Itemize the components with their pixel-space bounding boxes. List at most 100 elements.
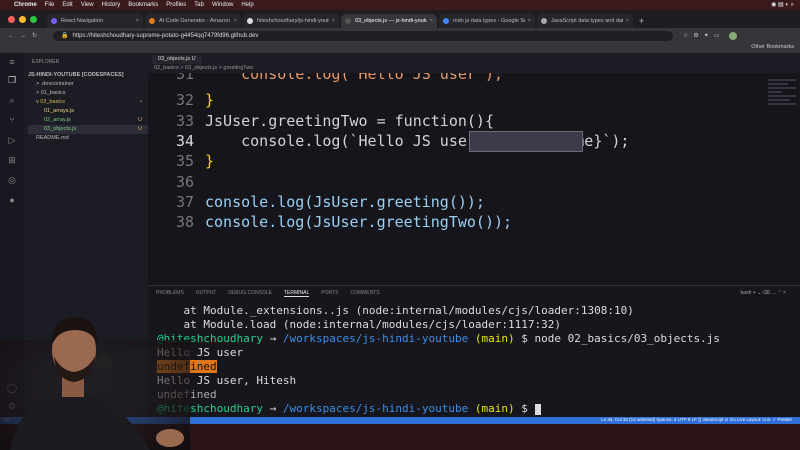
zoom-window-button[interactable] — [30, 16, 37, 23]
tree-item[interactable]: > 01_basics — [28, 89, 148, 98]
menu-history[interactable]: History — [102, 2, 121, 8]
menu-view[interactable]: View — [81, 2, 94, 8]
line-number: 37 — [175, 193, 194, 211]
minimize-window-button[interactable] — [19, 16, 26, 23]
code-line: console.log(`Hello JS user`); — [205, 73, 503, 83]
amazon-favicon-icon — [149, 18, 155, 24]
remote-explorer-icon[interactable]: ◎ — [7, 175, 17, 185]
tree-item[interactable]: README.md — [28, 134, 148, 143]
prompt-arrow: → — [269, 402, 277, 415]
github-favicon-icon — [247, 18, 253, 24]
close-window-button[interactable] — [8, 16, 15, 23]
run-debug-icon[interactable]: ▷ — [7, 135, 17, 145]
tree-item[interactable]: 01_arrays.js — [28, 107, 148, 116]
presenter-image — [0, 317, 190, 450]
close-tab-icon[interactable]: × — [136, 18, 139, 24]
terminal-actions[interactable]: bash + ⌄ ⌫ … ⌃ × — [741, 290, 786, 296]
tree-item-label: 02_array.js — [44, 117, 71, 123]
search-icon[interactable]: ⌕ — [7, 95, 17, 105]
close-tab-icon[interactable]: × — [528, 18, 531, 24]
tree-item-selected[interactable]: 03_objects.js U — [28, 125, 148, 134]
git-status-badge: • — [140, 99, 142, 105]
status-right[interactable]: Ln 34, Col 33 (13 selected) Spaces: 4 UT… — [601, 417, 792, 423]
menu-file[interactable]: File — [45, 2, 55, 8]
menu-profiles[interactable]: Profiles — [166, 2, 186, 8]
line-number: 35 — [175, 152, 194, 170]
github-icon[interactable]: ● — [7, 195, 17, 205]
extensions-icon[interactable]: ⊞ — [7, 155, 17, 165]
new-tab-button[interactable]: + — [639, 16, 644, 26]
mdn-favicon-icon — [541, 18, 547, 24]
browser-tab[interactable]: hiteshchoudhary/js-hindi-youtu × — [243, 14, 339, 28]
selection-highlight — [469, 131, 583, 152]
tree-item-label: > 01_basics — [36, 90, 66, 96]
panel-tabs: PROBLEMS OUTPUT DEBUG CONSOLE TERMINAL P… — [156, 290, 380, 297]
prompt-branch: (main) — [474, 332, 515, 345]
macos-menubar: Chrome File Edit View History Bookmarks … — [0, 0, 800, 10]
code-line: console.log(JsUser.greetingTwo()); — [205, 213, 513, 231]
url-text: https://hiteshchoudhary-supreme-potato-g… — [72, 32, 259, 39]
tree-item-label: > .devcontainer — [36, 81, 74, 87]
terminal-prompt: @hiteshchoudhary → /workspaces/js-hindi-… — [157, 332, 720, 345]
bookmarks-bar: Other Bookmarks — [0, 43, 800, 53]
code-editor[interactable]: 31 console.log(`Hello JS user`); 32 } 33… — [148, 73, 800, 285]
browser-tab[interactable]: AI Code Generator - Amazon C × — [145, 14, 241, 28]
menu-bookmarks[interactable]: Bookmarks — [128, 2, 158, 8]
tab-debug-console[interactable]: DEBUG CONSOLE — [228, 290, 272, 297]
editor-tab[interactable]: 03_objects.js U — [152, 55, 202, 64]
lock-icon: 🔒 — [61, 33, 69, 39]
editor-header: 03_objects.js U 02_basics > 03_objects.j… — [148, 53, 800, 73]
tree-item[interactable]: v 02_basics • — [28, 98, 148, 107]
menu-window[interactable]: Window — [212, 2, 233, 8]
menu-help[interactable]: Help — [241, 2, 253, 8]
tab-output[interactable]: OUTPUT — [196, 290, 217, 297]
source-control-icon[interactable]: ⑂ — [7, 115, 17, 125]
prompt-command: $ node 02_basics/03_objects.js — [521, 332, 720, 345]
address-bar[interactable]: 🔒 https://hiteshchoudhary-supreme-potato-… — [53, 30, 674, 41]
tab-ports[interactable]: PORTS — [321, 290, 338, 297]
google-favicon-icon — [443, 18, 449, 24]
terminal-line: at Module._extensions..js (node:internal… — [157, 304, 634, 317]
git-status-badge: U — [138, 126, 142, 132]
minimap[interactable] — [768, 79, 796, 139]
files-icon[interactable]: ❐ — [7, 75, 17, 85]
menu-tab[interactable]: Tab — [194, 2, 204, 8]
tab-title: hiteshchoudhary/js-hindi-youtu — [257, 18, 329, 24]
terminal-shell-label[interactable]: bash — [741, 290, 752, 296]
line-number: 32 — [175, 91, 194, 109]
close-tab-icon[interactable]: × — [332, 18, 335, 24]
close-tab-icon[interactable]: × — [430, 18, 433, 24]
tree-item-label: README.md — [36, 135, 69, 141]
browser-tab-active[interactable]: 03_objects.js — js-hindi-youtu × — [341, 14, 437, 28]
address-row: ←→↻ 🔒 https://hiteshchoudhary-supreme-pot… — [0, 28, 800, 43]
browser-tab[interactable]: React Navigation × — [47, 14, 143, 28]
codespaces-favicon-icon — [345, 18, 351, 24]
browser-tab[interactable]: mdn js data types - Google Se × — [439, 14, 535, 28]
explorer-title: EXPLORER — [32, 59, 60, 65]
profile-avatar[interactable] — [728, 31, 737, 40]
browser-tab[interactable]: JavaScript data types and data × — [537, 14, 633, 28]
line-number: 38 — [175, 213, 194, 231]
prompt-dollar: $ — [521, 402, 528, 415]
extension-icons[interactable]: ☆⚙✦▭ — [683, 32, 724, 39]
browser-tab-strip: React Navigation × AI Code Generator - Am… — [0, 10, 800, 28]
breadcrumb[interactable]: 02_basics > 03_objects.js > greetingTwo — [154, 65, 253, 71]
tree-item-label: v 02_basics — [36, 99, 66, 105]
tab-comments[interactable]: COMMENTS — [350, 290, 379, 297]
tree-item[interactable]: > .devcontainer — [28, 80, 148, 89]
terminal-panel: PROBLEMS OUTPUT DEBUG CONSOLE TERMINAL P… — [148, 285, 800, 418]
prompt-branch: (main) — [474, 402, 515, 415]
menu-icon[interactable]: ≡ — [7, 57, 17, 67]
tab-problems[interactable]: PROBLEMS — [156, 290, 184, 297]
terminal-prompt[interactable]: @hiteshchoudhary → /workspaces/js-hindi-… — [157, 402, 541, 415]
nav-buttons[interactable]: ←→↻ — [8, 32, 43, 39]
menu-edit[interactable]: Edit — [62, 2, 72, 8]
tree-root[interactable]: JS-HINDI-YOUTUBE [CODESPACES] — [28, 71, 148, 80]
menu-chrome[interactable]: Chrome — [14, 2, 37, 8]
code-line: } — [205, 91, 215, 109]
tree-item[interactable]: 02_array.js U — [28, 116, 148, 125]
tab-terminal[interactable]: TERMINAL — [283, 290, 310, 297]
close-tab-icon[interactable]: × — [234, 18, 237, 24]
other-bookmarks-folder[interactable]: Other Bookmarks — [751, 44, 794, 50]
close-tab-icon[interactable]: × — [626, 18, 629, 24]
